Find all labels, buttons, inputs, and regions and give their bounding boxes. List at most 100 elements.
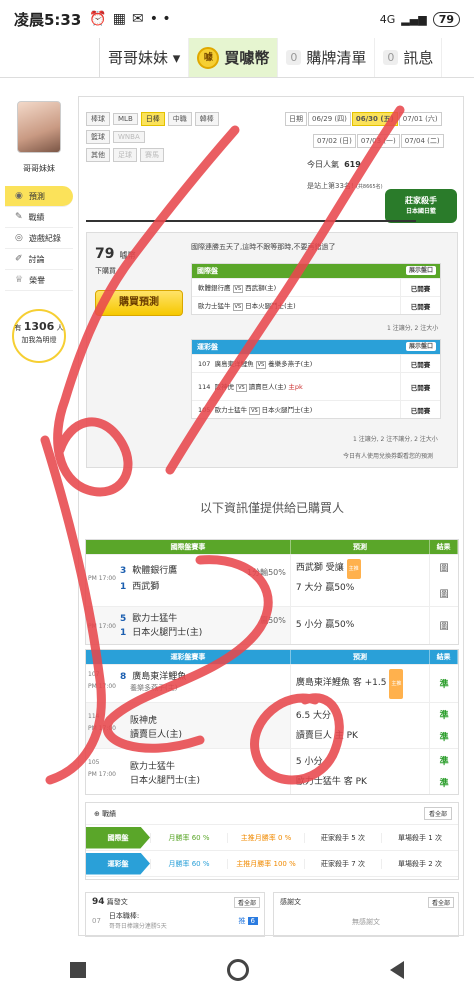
records-box: ⊕ 戰績 看全部 國際盤 月勝率 60 % 主推月勝率 0 % 莊家殺手 5 次單場殺手… — [85, 802, 459, 880]
sport-result-table: 運彩盤賽事 預測 結果 107 PM 17:00 8 廣島東洋鯉魚 養樂多燕子(主) 廣… — [85, 649, 459, 795]
record-stat: 莊家殺手 5 次 — [304, 832, 381, 843]
game-number: 105 — [198, 406, 211, 414]
avatar[interactable] — [17, 101, 61, 153]
like-label: 推 — [238, 916, 246, 925]
game-time: PM 17:00 — [88, 725, 116, 732]
col-header: 國際盤賽事 — [86, 540, 291, 554]
match-status: 已開賽 — [400, 373, 440, 400]
filter-soccer[interactable]: 足球 — [113, 148, 137, 162]
result-icon[interactable]: 圖 — [440, 619, 449, 632]
prediction-pick: 6.5 大分 — [295, 711, 332, 721]
score: 1 — [120, 628, 127, 638]
game-time: PM 17:00 — [88, 683, 116, 690]
record-label: 運彩盤 — [86, 852, 150, 875]
top-navigation: 哥哥妹妹 ▾ 噱買噱幣 0 購牌清單 0 訊息 — [0, 38, 474, 78]
thanks-view-all-button[interactable]: 看全部 — [427, 897, 454, 908]
table-row: 114 阪神虎 VS 讀賣巨人(主) 主pk 已開賽 — [192, 372, 440, 400]
expand-odds-button[interactable]: 展示盤口 — [405, 342, 436, 351]
filter-row-other: 其他 足球 賽馬 — [86, 142, 246, 162]
records-title: 戰績 — [102, 809, 117, 818]
date-item-selected[interactable]: 06/30 (五) — [351, 112, 398, 126]
sidebar-item-predict[interactable]: ◉ 預測 — [5, 186, 73, 207]
date-item[interactable]: 07/02 (日) — [313, 134, 356, 148]
thanks-box: 感謝文 看全部 無感謝文 — [273, 892, 459, 937]
buy-coin-button[interactable]: 噱買噱幣 — [189, 38, 279, 77]
rank-note: (共8665名) — [355, 184, 383, 190]
date-item[interactable]: 07/03 (一) — [356, 134, 400, 148]
table-row: 107 PM 17:00 8 廣島東洋鯉魚 養樂多燕子(主) 廣島東洋鯉魚 客 +1… — [86, 664, 458, 702]
buy-coin-label: 買噱幣 — [224, 49, 270, 67]
pk-label: 主pk — [288, 383, 303, 391]
cart-button[interactable]: 0 購牌清單 — [278, 38, 376, 77]
team-home: 日本火腿鬥士(主) — [132, 628, 203, 638]
filter-horse[interactable]: 賽馬 — [140, 148, 164, 162]
main-badge: 主推 — [389, 669, 404, 699]
thanks-title: 感謝文 — [280, 898, 301, 906]
buy-prediction-button[interactable]: 購買預測 — [95, 290, 183, 316]
record-icon: ✎ — [15, 212, 23, 222]
messages-button[interactable]: 0 訊息 — [375, 38, 443, 77]
table-row: 歐力士猛牛 VS 日本火腿鬥士(主) 已開賽 — [192, 296, 440, 314]
record-stat: 主推月勝率 0 % — [227, 832, 304, 843]
records-view-all-button[interactable]: 看全部 — [423, 807, 452, 820]
cart-label: 購牌清單 — [306, 49, 367, 67]
price-value: 79 — [95, 246, 115, 262]
popularity-value: 619 — [344, 160, 361, 169]
rank: 是站上第33名! (共8665名) — [307, 181, 383, 191]
article-item[interactable]: 07 日本職棒: 哥哥日棒讓分連勝5天 推 6 — [86, 911, 264, 930]
expand-odds-button[interactable]: 展示盤口 — [405, 266, 436, 275]
divider — [86, 200, 416, 222]
date-item[interactable]: 07/04 (二) — [400, 134, 444, 148]
rank-text: 是站上第33名! — [307, 182, 354, 190]
articles-view-all-button[interactable]: 看全部 — [233, 897, 260, 908]
filter-other[interactable]: 其他 — [86, 148, 110, 162]
game-number: 114 — [88, 713, 100, 720]
match-status: 已開賽 — [400, 355, 440, 372]
cart-count: 0 — [286, 50, 302, 65]
sidebar-item-discussion[interactable]: ✐ 討論 — [5, 249, 73, 270]
discussion-icon: ✐ — [15, 254, 23, 264]
sidebar-username: 哥哥妹妹 — [23, 164, 55, 173]
date-item[interactable]: 07/01 (六) — [398, 112, 442, 126]
sport-filter: 棒球 MLB 日棒 中職 韓棒 籃球 WNBA 其他 足球 賽馬 — [86, 106, 246, 162]
predict-icon: ◉ — [15, 191, 23, 201]
home-icon[interactable] — [226, 959, 249, 981]
android-nav-bar — [0, 940, 474, 1000]
vs-icon: VS — [255, 361, 267, 369]
intl-table: 國際盤 展示盤口 軟體銀行鷹 VS 西武獅(主) 已開賽 歐力士猛牛 VS 日本火腿鬥士(主… — [191, 263, 441, 315]
user-menu[interactable]: 哥哥妹妹 ▾ — [100, 38, 190, 77]
match-status: 已開賽 — [400, 279, 440, 296]
article-date: 07 — [92, 916, 101, 925]
record-row: 運彩盤 月勝率 60 % 主推月勝率 100 % 莊家殺手 7 次單場殺手 2 次 — [86, 851, 458, 877]
team-home: 西武獅(主) — [245, 284, 277, 292]
filter-cpbl[interactable]: 中職 — [167, 112, 192, 126]
game-number: 107 — [88, 671, 100, 678]
team-away: 歐力士猛牛 — [132, 614, 178, 624]
support-lamp-button[interactable]: 有 1306 人 加我為明燈 — [12, 309, 66, 363]
result-icon[interactable]: 圖 — [440, 561, 449, 574]
messages-count: 0 — [383, 50, 399, 65]
back-icon[interactable] — [389, 961, 404, 979]
recent-apps-icon[interactable] — [70, 962, 87, 978]
team-away: 廣島東洋鯉魚 — [132, 672, 187, 682]
mail-icon: ✉ — [131, 11, 144, 27]
result-icon[interactable]: 圖 — [440, 587, 449, 600]
sport-footnote: 1 注讓分, 2 注不讓分, 2 注大小 — [353, 436, 438, 443]
thanks-empty: 無感謝文 — [352, 918, 380, 926]
date-item[interactable]: 06/29 (四) — [308, 112, 351, 126]
sidebar-item-record[interactable]: ✎ 戰績 — [5, 207, 73, 228]
sidebar-item-honor[interactable]: ♕ 榮譽 — [5, 270, 73, 291]
status-bar: 凌晨5:33 ⏰ ▦ ✉ • • 4G ▂▄▆ 79 — [0, 0, 474, 38]
team-away: 阪神虎 — [214, 383, 235, 391]
table-row: 107 廣島東洋鯉魚 VS 養樂多燕子(主) 已開賽 — [192, 354, 440, 372]
sidebar-item-game-log[interactable]: ◎ 遊戲紀錄 — [5, 228, 73, 249]
record-stat: 單場殺手 1 次 — [381, 832, 458, 843]
articles-count: 94 — [92, 897, 105, 907]
handicap-result: 1分輸50% — [247, 568, 286, 577]
col-header: 運彩盤賽事 — [86, 650, 291, 664]
filter-kbo[interactable]: 韓棒 — [194, 112, 219, 126]
support-suffix: 人 — [56, 324, 64, 332]
sidebar: 哥哥妹妹 ◉ 預測 ✎ 戰績 ◎ 遊戲紀錄 ✐ 討論 ♕ 榮譽 有 1306 人 加我為明… — [5, 96, 73, 363]
articles-label: 篇發文 — [106, 898, 128, 906]
honor-icon: ♕ — [15, 275, 24, 285]
